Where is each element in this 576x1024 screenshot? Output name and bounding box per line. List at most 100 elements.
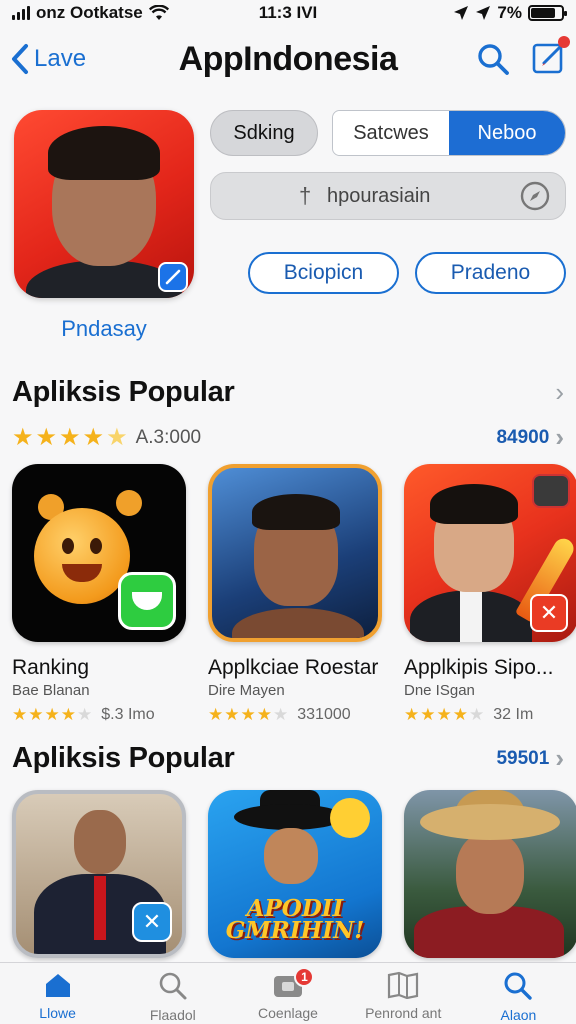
search-field[interactable]: † hpourasiain [210, 172, 566, 220]
app-name: Ranking [12, 656, 90, 679]
app-row-2: ✕ APODII GMRIHIN! [12, 790, 576, 958]
action-row: Bciopicn Pradeno [210, 252, 566, 294]
section-count: 84900 [496, 426, 550, 448]
app-card[interactable] [404, 790, 576, 958]
home-icon [45, 974, 70, 997]
section-count: 59501 [496, 747, 550, 769]
section-title: Apliksis Popular [12, 742, 235, 774]
segment-option-2[interactable]: Neboo [449, 111, 565, 155]
dagger-icon: † [299, 183, 312, 208]
app-icon-text: APODII GMRIHIN! [225, 895, 365, 945]
location-arrow-icon [454, 6, 469, 20]
back-button[interactable]: Lave [10, 43, 160, 75]
explore-button[interactable]: Bciopicn [248, 252, 399, 294]
status-left: onz Ootkatse [12, 3, 212, 23]
search-input-value[interactable]: hpourasiain [327, 185, 519, 208]
section-count-link[interactable]: 59501 › [496, 743, 564, 774]
app-rating-text: $.3 Imo [101, 706, 155, 723]
section-header-1[interactable]: Apliksis Popular › [12, 376, 564, 409]
app-developer: Dire Mayen [208, 682, 285, 699]
app-icon-suit[interactable]: ✕ [12, 790, 186, 958]
tab-label: Penrond ant [365, 1005, 442, 1021]
camera-icon [532, 474, 570, 508]
verified-icon [158, 262, 188, 292]
tab-label: Alaon [500, 1007, 537, 1023]
page-title: AppIndonesia [178, 39, 398, 78]
chevron-right-icon[interactable]: › [555, 377, 564, 408]
section-rating-row: ★ ★ ★ ★ ★ A.3:000 84900 › [12, 422, 564, 453]
profile-card[interactable]: Pndasay [14, 110, 194, 342]
tools-icon: ✕ [530, 594, 568, 632]
book-icon [388, 971, 419, 999]
search-icon[interactable] [476, 42, 510, 76]
tab-library[interactable]: Penrond ant [346, 963, 461, 1024]
profile-avatar[interactable] [14, 110, 194, 298]
status-time: 11:3 IVI [258, 3, 318, 22]
tab-label: Coenlage [258, 1005, 318, 1021]
app-icon-fighter[interactable] [208, 464, 382, 642]
app-icon-aprodu[interactable]: APODII GMRIHIN! [208, 790, 382, 958]
tab-home[interactable]: Llowe [0, 963, 115, 1024]
chevron-right-icon: › [555, 743, 564, 773]
star-icon: ★ [106, 424, 128, 451]
chevron-left-icon [12, 44, 28, 74]
nav-bar: Lave AppIndonesia [0, 30, 576, 88]
star-icon: ★ [82, 424, 105, 451]
section-count-link[interactable]: 84900 › [496, 422, 564, 453]
premium-button[interactable]: Pradeno [415, 252, 566, 294]
smiley-icon [330, 798, 370, 838]
app-name: Applkciae Roestar [208, 656, 379, 679]
app-rating-text: 331000 [297, 706, 351, 723]
segmented-control: Satcwes Neboo [332, 110, 566, 156]
app-card[interactable]: Applkciae Roestar Dire Mayen ★ ★ ★ ★ ★ 33100… [208, 464, 382, 725]
star-icon: ★ [35, 424, 58, 451]
carrier-label: onz Ootkatse [36, 3, 143, 22]
nav-actions [416, 35, 570, 79]
section-header-2[interactable]: Apliksis Popular 59501 › [12, 742, 564, 775]
status-right: 7% [364, 3, 567, 23]
wifi-icon [148, 5, 169, 20]
battery-icon [528, 5, 567, 21]
sorting-button[interactable]: Sdking [210, 110, 318, 156]
battery-fill [531, 8, 555, 18]
chevron-right-icon: › [555, 422, 564, 452]
app-icon-business[interactable]: ✕ [404, 464, 576, 642]
app-card[interactable]: APODII GMRIHIN! [208, 790, 382, 958]
battery-percent: 7% [497, 3, 522, 22]
segment-option-1[interactable]: Satcwes [333, 111, 449, 155]
app-rating: ★ ★ ★ ★ ★ $.3 Imo [12, 705, 155, 724]
status-bar: onz Ootkatse 11:3 IVI 7% [0, 0, 576, 26]
app-developer: Dne ISgan [404, 682, 475, 699]
app-row-1: Ranking Bae Blanan ★ ★ ★ ★ ★ $.3 Imo Applkci… [12, 464, 576, 725]
filter-row: Sdking Satcwes Neboo [210, 110, 566, 156]
section-title: Apliksis Popular [12, 376, 235, 408]
compass-icon[interactable] [519, 180, 551, 212]
compose-button[interactable] [532, 35, 570, 79]
smile-icon [118, 572, 176, 630]
star-icon: ★ [12, 424, 34, 451]
search-icon [504, 972, 533, 1000]
app-rating-text: 32 Im [493, 706, 534, 723]
tab-label: Flaadol [149, 1007, 196, 1023]
profile-name[interactable]: Pndasay [14, 316, 194, 342]
location-arrow-icon-2 [476, 6, 491, 20]
app-rating: ★ ★ ★ ★ ★ 331000 [208, 705, 351, 724]
app-developer: Bae Blanan [12, 682, 90, 699]
tab-search-2[interactable]: Alaon [461, 963, 576, 1024]
back-label: Lave [34, 45, 87, 72]
app-card[interactable]: Ranking Bae Blanan ★ ★ ★ ★ ★ $.3 Imo [12, 464, 186, 725]
section-rating-text: A.3:000 [135, 426, 202, 448]
filter-controls: Sdking Satcwes Neboo † hpourasiain Bciop… [210, 110, 566, 294]
app-card[interactable]: ✕ Applkipis Sipo... Dne ISgan ★ ★ ★ ★ ★ 32 I… [404, 464, 576, 725]
app-name: Applkipis Sipo... [404, 656, 554, 679]
app-rating: ★ ★ ★ ★ ★ 32 Im [404, 705, 534, 724]
tools-icon: ✕ [132, 902, 172, 942]
search-icon [159, 972, 187, 1000]
notification-dot [558, 35, 570, 48]
app-icon-emoji[interactable] [12, 464, 186, 642]
tab-badge: 1 [294, 967, 315, 987]
tab-wallet[interactable]: 1 Coenlage [230, 963, 345, 1024]
tab-search[interactable]: Flaadol [115, 963, 230, 1024]
app-icon-hat[interactable] [404, 790, 576, 958]
app-card[interactable]: ✕ [12, 790, 186, 958]
